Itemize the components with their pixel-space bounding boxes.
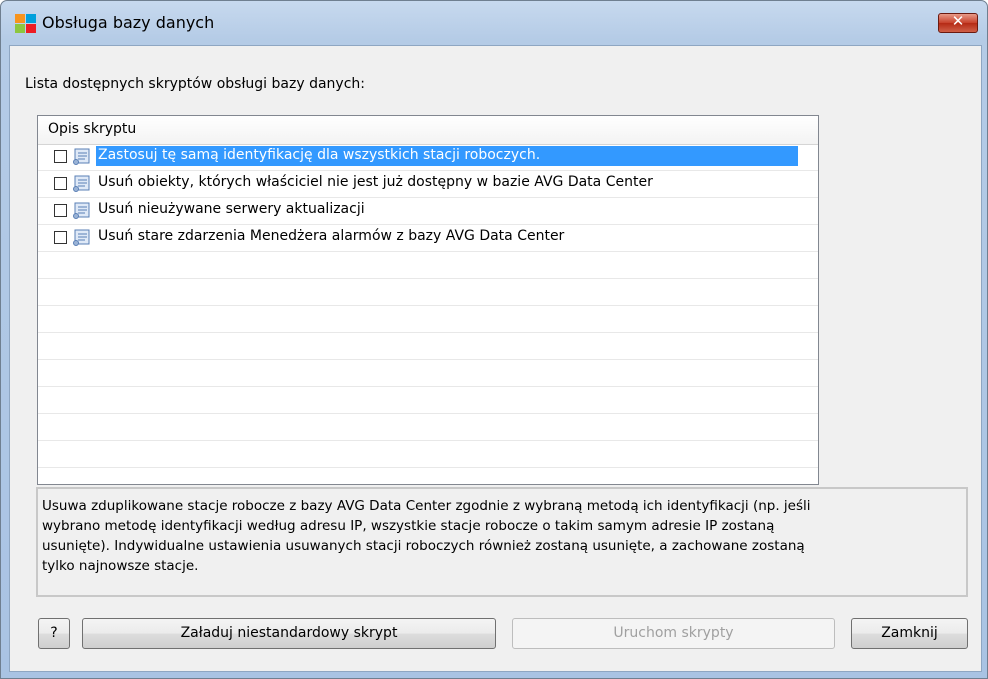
script-scroll-icon [73,229,90,246]
empty-row [38,333,818,360]
avg-logo-icon [15,14,36,33]
empty-row [38,279,818,306]
script-checkbox[interactable] [54,150,67,163]
empty-row [38,252,818,279]
scripts-list[interactable]: Opis skryptu Zastosuj tę samą identyfika… [37,115,819,485]
list-item-label: Zastosuj tę samą identyfikację dla wszys… [96,146,798,166]
script-scroll-icon [73,148,90,165]
list-item[interactable]: Usuń nieużywane serwery aktualizacji [38,198,818,225]
window-title: Obsługa bazy danych [42,13,215,32]
empty-row [38,387,818,414]
script-description-text: Usuwa zduplikowane stacje robocze z bazy… [42,498,811,574]
script-scroll-icon [73,175,90,192]
column-header-label: Opis skryptu [48,121,137,137]
list-item[interactable]: Usuń stare zdarzenia Menedżera alarmów z… [38,225,818,252]
empty-row [38,306,818,333]
list-item[interactable]: Zastosuj tę samą identyfikację dla wszys… [38,144,818,171]
run-scripts-button[interactable]: Uruchom skrypty [512,618,835,649]
list-item-label: Usuń nieużywane serwery aktualizacji [98,201,365,217]
list-item[interactable]: Usuń obiekty, których właściciel nie jes… [38,171,818,198]
empty-row [38,441,818,468]
help-button[interactable]: ? [38,618,70,649]
script-checkbox[interactable] [54,231,67,244]
script-checkbox[interactable] [54,177,67,190]
column-header-description[interactable]: Opis skryptu [38,116,818,145]
scripts-list-label: Lista dostępnych skryptów obsługi bazy d… [25,76,365,92]
script-scroll-icon [73,202,90,219]
script-checkbox[interactable] [54,204,67,217]
list-item-label: Usuń stare zdarzenia Menedżera alarmów z… [98,228,565,244]
window-close-button[interactable]: ✕ [938,12,978,33]
title-bar[interactable]: Obsługa bazy danych ✕ [1,1,987,45]
empty-row [38,360,818,387]
empty-row [38,414,818,441]
load-custom-script-button[interactable]: Załaduj niestandardowy skrypt [82,618,496,649]
list-item-label: Usuń obiekty, których właściciel nie jes… [98,174,653,190]
script-description-box: Usuwa zduplikowane stacje robocze z bazy… [36,487,968,597]
close-button[interactable]: Zamknij [851,618,968,649]
close-icon: ✕ [951,12,965,30]
empty-row [38,468,818,484]
